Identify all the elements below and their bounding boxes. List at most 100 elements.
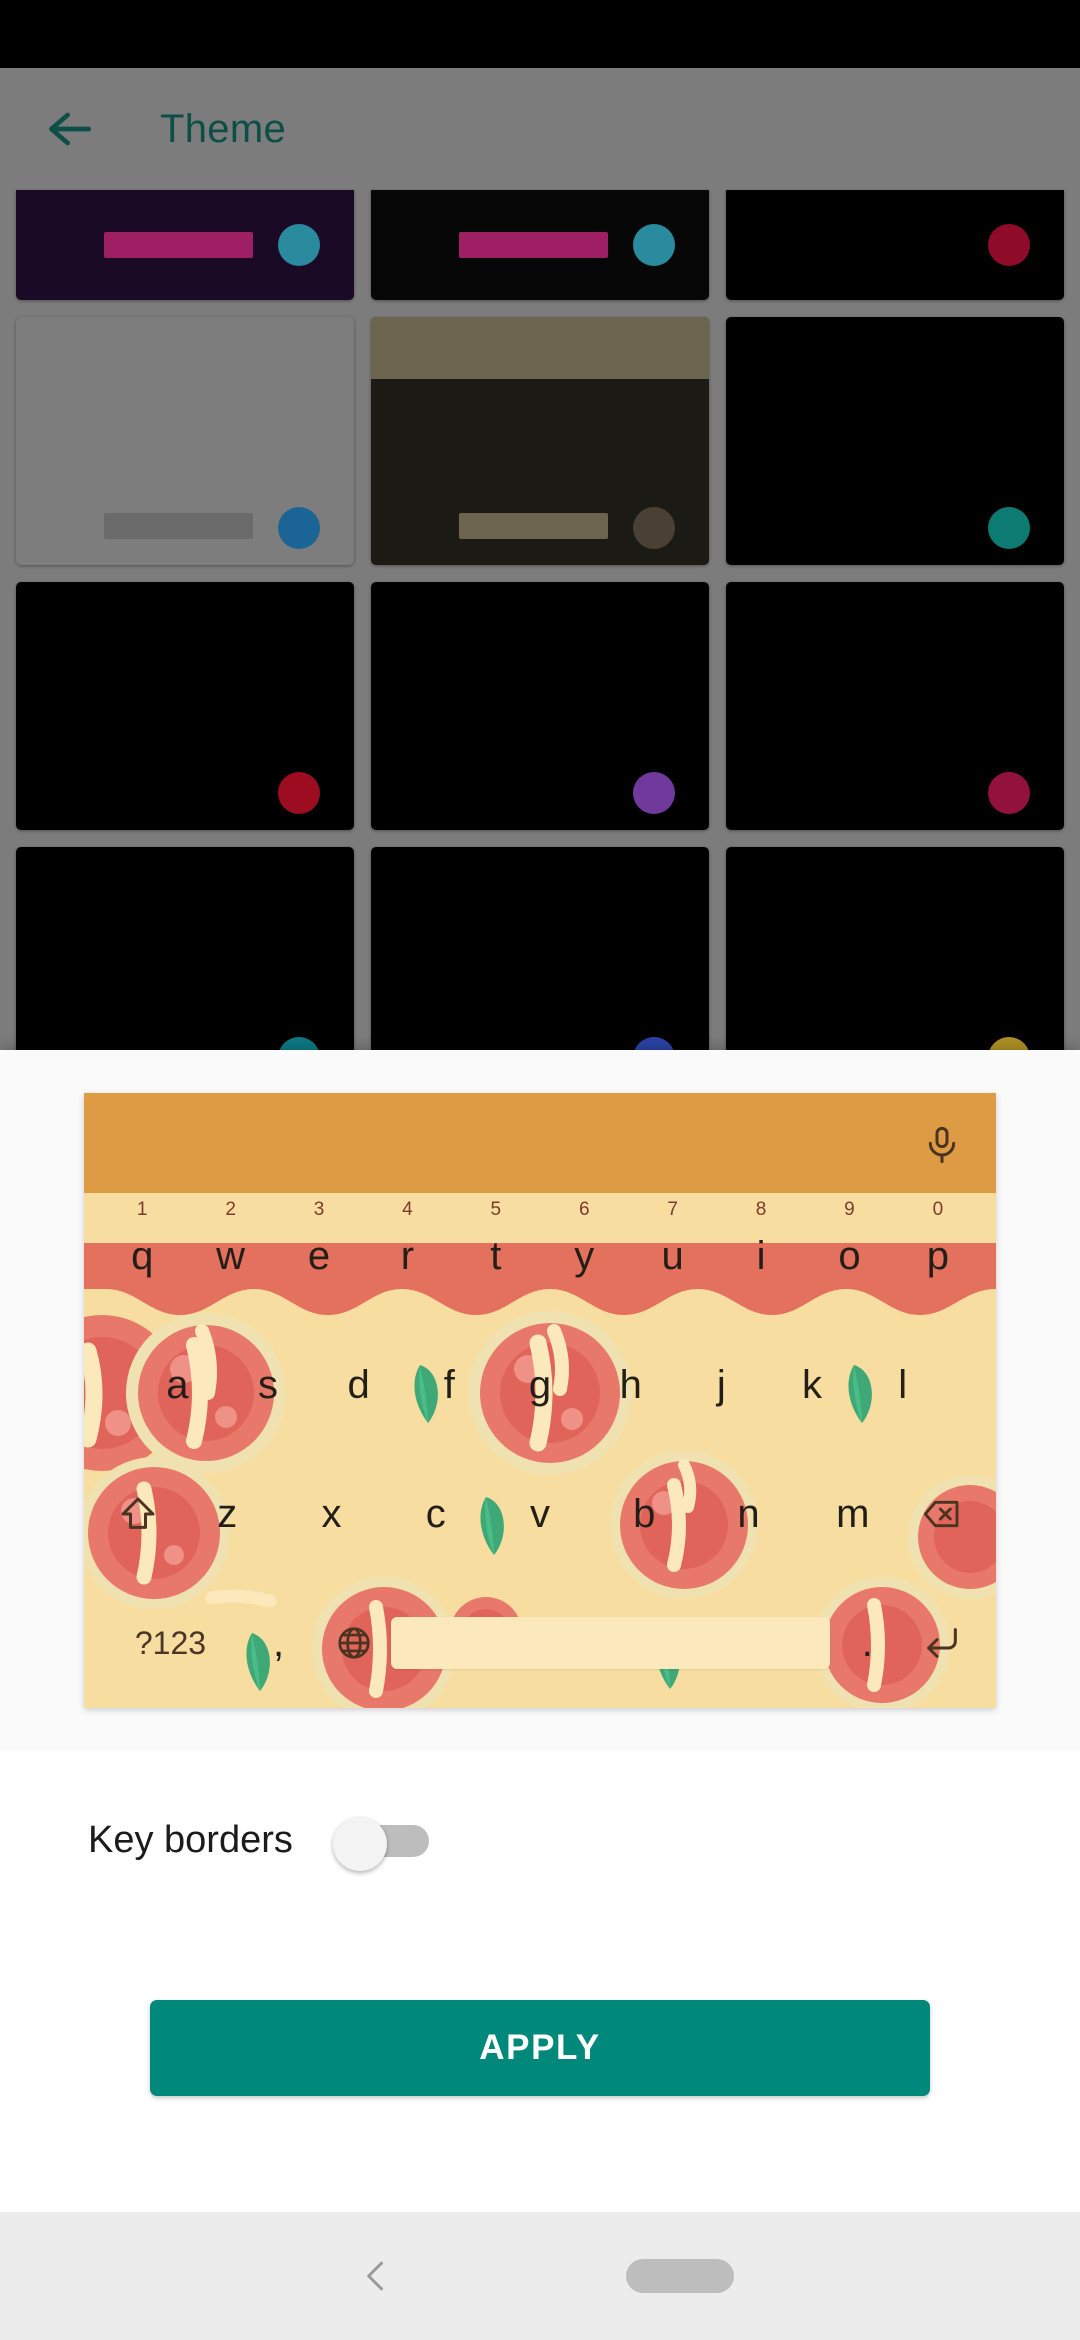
mic-button[interactable] — [922, 1123, 962, 1167]
keyboard-key[interactable]: x — [279, 1450, 383, 1579]
screen-root: Theme 1 q 2 w 3 e 4 r 5 t 6 y 7 u 8 i 9 … — [0, 0, 1080, 2340]
keyboard-key[interactable]: 3e — [275, 1193, 363, 1322]
app-bar: Theme — [0, 68, 1080, 190]
theme-tile[interactable] — [16, 190, 354, 300]
keyboard-key-rows: 1q2w3e4r5t6y7u8i9o0p asdfghjkl zxcvbnm ?… — [84, 1193, 996, 1708]
enter-key[interactable] — [905, 1579, 980, 1708]
theme-tile-spacebar — [813, 232, 963, 258]
theme-tile[interactable] — [16, 582, 354, 830]
theme-tile[interactable] — [371, 190, 709, 300]
theme-tile-accent-dot — [278, 507, 320, 549]
theme-tile-spacebar — [458, 778, 608, 804]
theme-tile-accent-dot — [633, 224, 675, 266]
theme-tile[interactable] — [726, 317, 1064, 565]
keyboard-key[interactable]: 4r — [363, 1193, 451, 1322]
symbols-key[interactable]: ?123 — [100, 1579, 241, 1708]
shift-key[interactable] — [100, 1450, 175, 1579]
globe-language-icon — [338, 1627, 370, 1659]
theme-tile-spacebar — [813, 1043, 963, 1050]
theme-tile[interactable] — [16, 847, 354, 1050]
theme-tile[interactable] — [371, 847, 709, 1050]
backspace-key[interactable] — [905, 1450, 980, 1579]
keyboard-key[interactable]: 9o — [805, 1193, 893, 1322]
key-number-hint: 7 — [667, 1198, 678, 1220]
keyboard-key[interactable]: l — [857, 1321, 948, 1450]
enter-return-icon — [927, 1628, 958, 1658]
keyboard-key[interactable]: 7u — [628, 1193, 716, 1322]
theme-tile[interactable] — [726, 190, 1064, 300]
keyboard-key[interactable]: b — [592, 1450, 696, 1579]
theme-tile-accent-dot — [633, 507, 675, 549]
key-number-hint: 9 — [844, 1198, 855, 1220]
keyboard-key[interactable]: a — [132, 1321, 223, 1450]
keyboard-key[interactable]: v — [488, 1450, 592, 1579]
theme-tile-toolbar — [371, 317, 709, 379]
theme-tile-spacebar — [103, 513, 253, 539]
nav-home-pill[interactable] — [626, 2259, 734, 2293]
keyboard-key[interactable]: z — [175, 1450, 279, 1579]
keyboard-key[interactable]: 2w — [186, 1193, 274, 1322]
theme-tile[interactable] — [726, 847, 1064, 1050]
keyboard-key[interactable]: c — [384, 1450, 488, 1579]
keyboard-key[interactable]: s — [223, 1321, 314, 1450]
theme-tile-spacebar — [813, 778, 963, 804]
theme-tile[interactable] — [16, 317, 354, 565]
keyboard-key[interactable]: 8i — [717, 1193, 805, 1322]
period-key[interactable]: . — [830, 1579, 905, 1708]
backspace-delete-icon — [924, 1501, 959, 1528]
arrow-left-icon — [49, 112, 91, 146]
shift-up-arrow-icon — [121, 1497, 155, 1530]
key-number-hint: 1 — [136, 1198, 148, 1220]
theme-preview-sheet: 1q2w3e4r5t6y7u8i9o0p asdfghjkl zxcvbnm ?… — [0, 1050, 1080, 2212]
theme-tile-spacebar — [103, 1043, 253, 1050]
theme-tile-accent-dot — [633, 1037, 675, 1050]
theme-tile[interactable] — [371, 582, 709, 830]
language-key[interactable] — [316, 1579, 391, 1708]
keyboard-key[interactable]: g — [495, 1321, 586, 1450]
keyboard-key[interactable]: m — [801, 1450, 905, 1579]
apply-button-container: APPLY — [0, 2000, 1080, 2096]
key-label: u — [661, 1234, 684, 1279]
keyboard-key[interactable]: k — [767, 1321, 858, 1450]
key-number-hint: 8 — [755, 1198, 767, 1220]
toggle-thumb — [332, 1817, 387, 1871]
theme-tile-spacebar — [458, 232, 608, 258]
back-button[interactable] — [22, 81, 118, 177]
theme-tile[interactable] — [726, 582, 1064, 830]
key-borders-toggle[interactable] — [332, 1817, 429, 1871]
theme-picker-background: Theme — [0, 68, 1080, 1050]
space-key[interactable] — [391, 1617, 830, 1670]
keyboard-key[interactable]: 1q — [98, 1193, 186, 1322]
keyboard-key[interactable]: h — [585, 1321, 676, 1450]
keyboard-key[interactable]: n — [696, 1450, 800, 1579]
keyboard-row-2: asdfghjkl — [84, 1321, 996, 1450]
keyboard-key[interactable]: 6y — [540, 1193, 628, 1322]
comma-key[interactable]: , — [241, 1579, 316, 1708]
theme-grid — [0, 190, 1080, 1050]
keyboard-key[interactable]: f — [404, 1321, 495, 1450]
key-borders-label: Key borders — [88, 1818, 293, 1861]
key-number-hint: 3 — [313, 1198, 325, 1220]
keyboard-toolbar — [84, 1092, 996, 1193]
keyboard-row-1: 1q2w3e4r5t6y7u8i9o0p — [84, 1193, 996, 1322]
keyboard-key[interactable]: j — [676, 1321, 767, 1450]
key-number-hint: 2 — [225, 1198, 236, 1220]
keyboard-key[interactable]: 5t — [452, 1193, 540, 1322]
key-label: w — [216, 1234, 246, 1279]
key-number-hint: 6 — [578, 1198, 590, 1220]
keyboard-key[interactable]: 0p — [894, 1193, 982, 1322]
key-label: y — [574, 1234, 595, 1279]
apply-button[interactable]: APPLY — [150, 2000, 930, 2096]
keyboard-row-3: zxcvbnm — [84, 1450, 996, 1579]
theme-tile-spacebar — [813, 513, 963, 539]
keyboard-preview: 1q2w3e4r5t6y7u8i9o0p asdfghjkl zxcvbnm ?… — [84, 1092, 996, 1708]
key-label: q — [131, 1234, 154, 1279]
key-number-hint: 4 — [402, 1198, 413, 1220]
keyboard-key[interactable]: d — [313, 1321, 404, 1450]
key-number-hint: 0 — [932, 1198, 944, 1220]
chevron-left-icon — [367, 2261, 383, 2291]
theme-tile[interactable] — [371, 317, 709, 565]
key-label: r — [400, 1234, 415, 1279]
theme-tile-accent-dot — [988, 772, 1030, 814]
nav-back-button[interactable] — [346, 2246, 406, 2306]
